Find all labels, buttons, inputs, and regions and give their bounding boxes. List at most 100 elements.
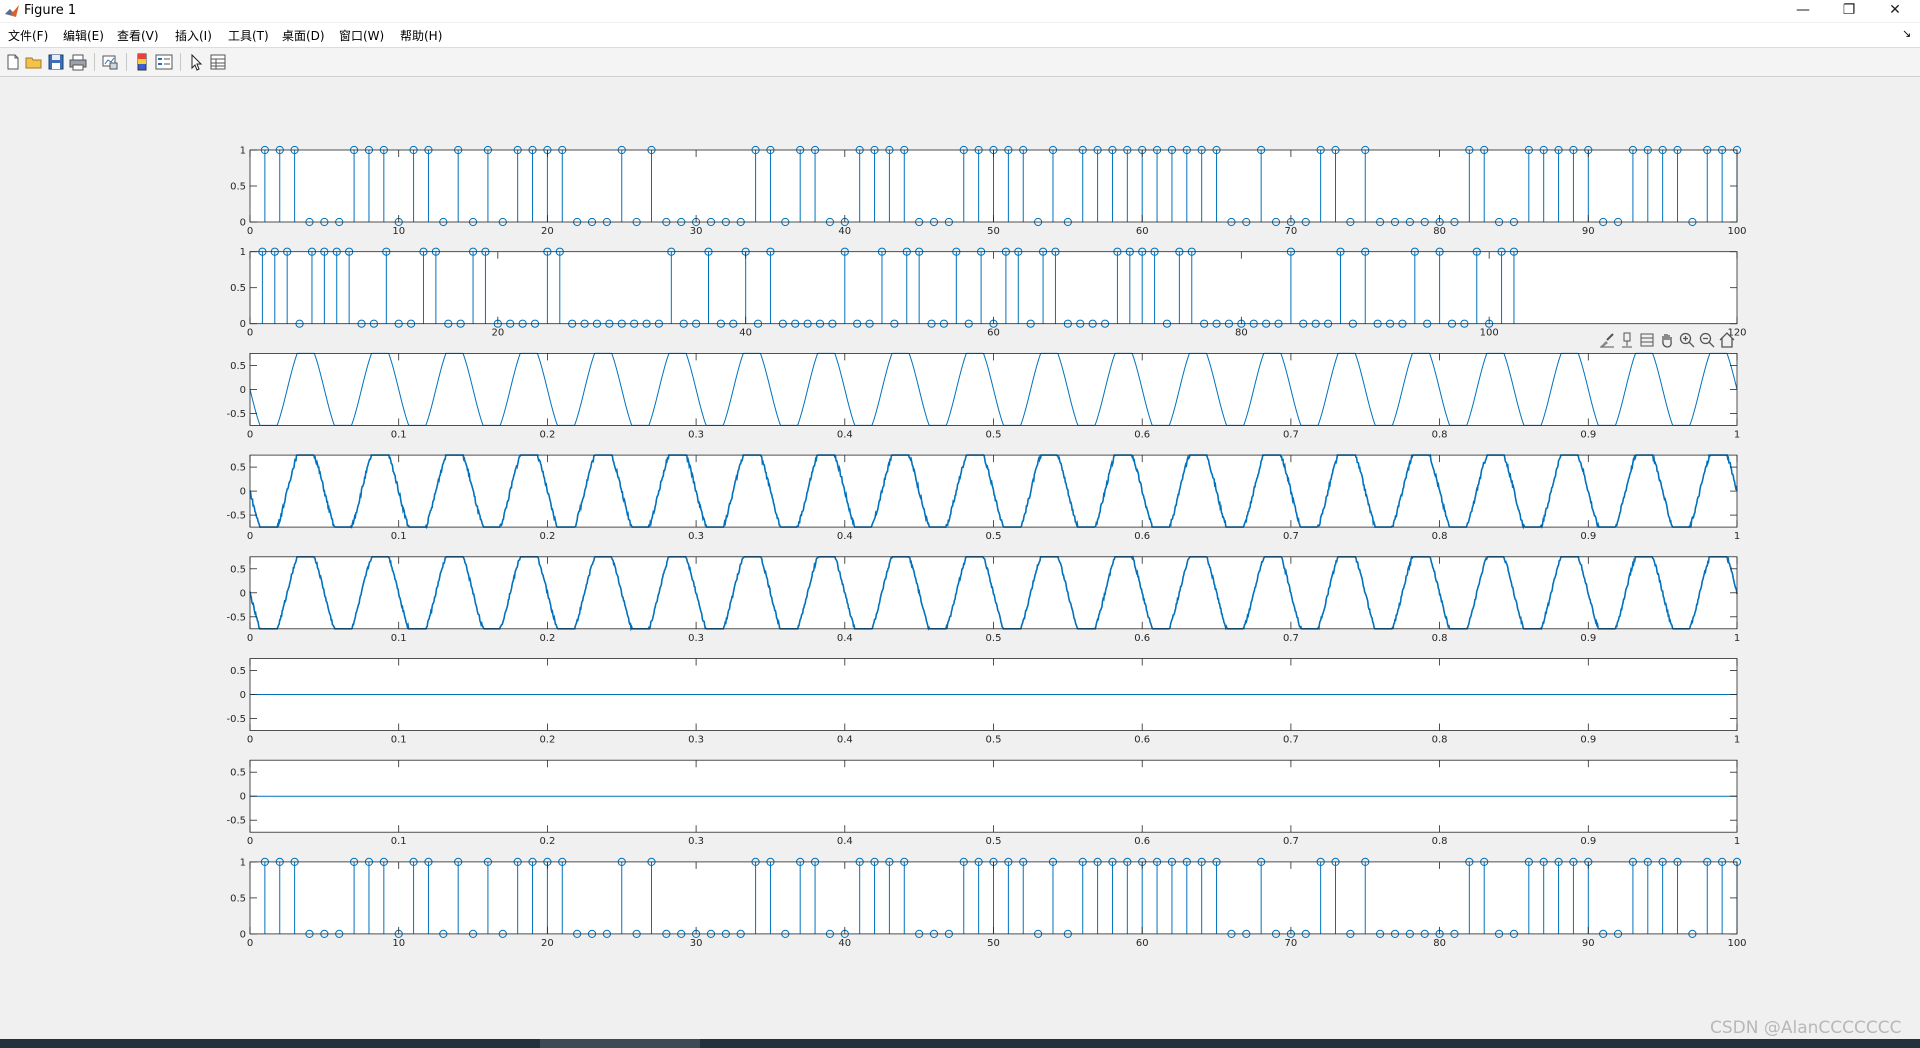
x-tick-label: 70 xyxy=(1285,938,1298,949)
x-tick-label: 60 xyxy=(1136,938,1149,949)
x-tick-label: 0.4 xyxy=(837,429,853,440)
x-tick-label: 0.1 xyxy=(391,836,407,847)
axes-3[interactable]: 0 0.1 0.2 0.3 0.4 0.5 0.6 0.7 0.8 0.9 1-0.500.5 xyxy=(226,352,1740,440)
x-tick-label: 1 xyxy=(1734,735,1740,746)
dock-arrow-icon[interactable]: ↘ xyxy=(1902,27,1911,40)
x-tick-label: 0.2 xyxy=(539,836,555,847)
taskbar-active-item[interactable] xyxy=(540,1039,700,1048)
y-tick-label: -0.5 xyxy=(226,612,246,623)
colorbar-icon[interactable] xyxy=(132,52,152,72)
axes-toolbar xyxy=(1598,331,1740,353)
figure-toolbar xyxy=(0,48,1920,77)
x-tick-label: 0.8 xyxy=(1432,633,1448,644)
toolbar-separator xyxy=(94,53,95,71)
link-plot-icon[interactable] xyxy=(100,52,120,72)
y-tick-label: 0 xyxy=(240,588,246,599)
x-tick-label: 100 xyxy=(1727,226,1746,237)
legend-icon[interactable] xyxy=(154,52,174,72)
zoom-in-icon[interactable] xyxy=(1678,331,1696,349)
y-tick-label: 0.5 xyxy=(230,283,246,294)
y-tick-label: 1 xyxy=(240,247,246,258)
x-tick-label: 0.3 xyxy=(688,633,704,644)
x-tick-label: 100 xyxy=(1727,938,1746,949)
property-inspector-icon[interactable] xyxy=(208,52,228,72)
x-tick-label: 90 xyxy=(1582,938,1595,949)
x-tick-label: 0.9 xyxy=(1580,531,1596,542)
x-tick-label: 0.1 xyxy=(391,531,407,542)
y-tick-label: -0.5 xyxy=(226,409,246,420)
close-button[interactable]: ✕ xyxy=(1872,0,1918,22)
x-tick-label: 0.8 xyxy=(1432,836,1448,847)
y-tick-label: 0.5 xyxy=(230,893,246,904)
x-tick-label: 1 xyxy=(1734,633,1740,644)
menu-window[interactable]: 窗口(W) xyxy=(339,27,384,44)
menu-view[interactable]: 查看(V) xyxy=(117,27,159,44)
x-tick-label: 40 xyxy=(838,226,851,237)
x-tick-label: 0.9 xyxy=(1580,735,1596,746)
restore-view-icon[interactable] xyxy=(1718,331,1736,349)
x-tick-label: 0.2 xyxy=(539,735,555,746)
zoom-out-icon[interactable] xyxy=(1698,331,1716,349)
x-tick-label: 0.8 xyxy=(1432,735,1448,746)
minimize-button[interactable]: — xyxy=(1780,0,1826,22)
y-tick-label: 0 xyxy=(240,218,246,229)
x-tick-label: 0.5 xyxy=(986,531,1002,542)
x-tick-label: 0 xyxy=(247,633,253,644)
x-tick-label: 1 xyxy=(1734,531,1740,542)
x-tick-label: 0.1 xyxy=(391,429,407,440)
menu-insert[interactable]: 插入(I) xyxy=(175,27,212,44)
x-tick-label: 0.9 xyxy=(1580,633,1596,644)
taskbar xyxy=(0,1039,1920,1048)
edit-plot-icon[interactable] xyxy=(186,52,206,72)
x-tick-label: 60 xyxy=(1136,226,1149,237)
save-icon[interactable] xyxy=(46,52,66,72)
x-tick-label: 0.7 xyxy=(1283,531,1299,542)
new-figure-icon[interactable] xyxy=(3,52,23,72)
axes-7[interactable]: 0 0.1 0.2 0.3 0.4 0.5 0.6 0.7 0.8 0.9 1-0.500.5 xyxy=(226,759,1740,847)
x-tick-label: 0.6 xyxy=(1134,531,1150,542)
x-tick-label: 0.3 xyxy=(688,836,704,847)
menu-help[interactable]: 帮助(H) xyxy=(400,27,442,44)
data-cursor-icon[interactable] xyxy=(1638,331,1656,349)
x-tick-label: 0.5 xyxy=(986,836,1002,847)
menu-edit[interactable]: 编辑(E) xyxy=(63,27,104,44)
x-tick-label: 80 xyxy=(1433,938,1446,949)
y-tick-label: 0 xyxy=(240,319,246,330)
x-tick-label: 0.8 xyxy=(1432,429,1448,440)
axes-6[interactable]: 0 0.1 0.2 0.3 0.4 0.5 0.6 0.7 0.8 0.9 1-0.500.5 xyxy=(226,658,1740,746)
data-tips-icon[interactable] xyxy=(1618,331,1636,349)
x-tick-label: 60 xyxy=(987,328,1000,339)
axes-2[interactable]: 0 20 40 60 80 100 12000.51 xyxy=(230,247,1746,339)
x-tick-label: 0 xyxy=(247,531,253,542)
brush-icon[interactable] xyxy=(1598,331,1616,349)
x-tick-label: 0.8 xyxy=(1432,531,1448,542)
axes-5[interactable]: 0 0.1 0.2 0.3 0.4 0.5 0.6 0.7 0.8 0.9 1-0.500.5 xyxy=(226,554,1740,644)
y-tick-label: -0.5 xyxy=(226,816,246,827)
x-tick-label: 0.5 xyxy=(986,735,1002,746)
x-tick-label: 50 xyxy=(987,938,1000,949)
x-tick-label: 0.4 xyxy=(837,531,853,542)
pan-icon[interactable] xyxy=(1658,331,1676,349)
x-tick-label: 10 xyxy=(392,938,405,949)
x-tick-label: 0.6 xyxy=(1134,735,1150,746)
x-tick-label: 0.2 xyxy=(539,429,555,440)
x-tick-label: 0 xyxy=(247,429,253,440)
menu-tools[interactable]: 工具(T) xyxy=(228,27,269,44)
print-icon[interactable] xyxy=(68,52,88,72)
x-tick-label: 80 xyxy=(1235,328,1248,339)
y-tick-label: 1 xyxy=(240,857,246,868)
maximize-button[interactable]: ❐ xyxy=(1826,0,1872,22)
x-tick-label: 0.7 xyxy=(1283,429,1299,440)
axes-8[interactable]: 0 10 20 30 40 50 60 70 80 90 100 0 0.5 1 xyxy=(230,857,1746,949)
axes-1[interactable]: 0 10 20 30 40 50 60 70 80 90 100 0 0.5 1 xyxy=(230,146,1746,238)
x-tick-label: 0 xyxy=(247,226,253,237)
x-tick-label: 0.7 xyxy=(1283,633,1299,644)
y-tick-label: 0.5 xyxy=(230,666,246,677)
x-tick-label: 100 xyxy=(1480,328,1499,339)
menu-desktop[interactable]: 桌面(D) xyxy=(282,27,325,44)
menu-file[interactable]: 文件(F) xyxy=(8,27,48,44)
axes-4[interactable]: 0 0.1 0.2 0.3 0.4 0.5 0.6 0.7 0.8 0.9 1-0.500.5 xyxy=(226,453,1740,542)
figure-canvas: 0 10 20 30 40 50 60 70 80 90 10000.510 20 40 60 80 100 1… xyxy=(226,146,1746,949)
open-file-icon[interactable] xyxy=(24,52,44,72)
x-tick-label: 0 xyxy=(247,938,253,949)
